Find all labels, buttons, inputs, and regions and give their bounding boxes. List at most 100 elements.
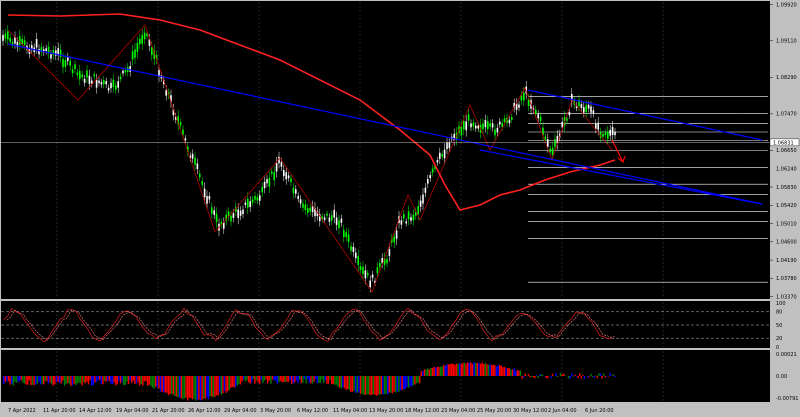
candle-body [551, 147, 554, 155]
macd-bar [161, 376, 163, 392]
candle-body [115, 85, 117, 90]
macd-bar [206, 376, 208, 398]
macd-bar [175, 376, 178, 397]
macd-bar [145, 376, 147, 382]
stochastic-pane[interactable] [1, 301, 770, 348]
macd-bar [551, 373, 554, 376]
candle-body [508, 119, 511, 124]
macd-bar [412, 376, 414, 386]
macd-bar [571, 373, 573, 376]
macd-bar [43, 376, 45, 385]
macd-bar [129, 376, 131, 381]
macd-bar [233, 376, 235, 388]
macd-bar [17, 376, 19, 382]
price-tick-label: 1.03780 [776, 276, 797, 282]
macd-bar [401, 376, 403, 390]
candle-body [527, 99, 530, 106]
macd-bar [254, 376, 256, 384]
macd-bar [44, 376, 46, 382]
candle-body [35, 39, 38, 48]
candle-body [470, 123, 472, 128]
trading-chart[interactable]: 0.0(1.07859) 23.6(1.07484) 38.2(1.07251) 50… [0, 0, 800, 417]
macd-bar [95, 376, 98, 382]
macd-bar [332, 376, 334, 385]
macd-bar [19, 376, 21, 381]
macd-bar [83, 376, 85, 383]
macd-bar [567, 376, 570, 379]
macd-bar [94, 376, 96, 383]
candle-body [103, 80, 105, 85]
macd-bar [124, 376, 126, 385]
macd-bar [446, 364, 448, 376]
candle-body [52, 50, 55, 56]
macd-bar [595, 375, 597, 376]
candle-body [290, 178, 292, 183]
macd-bar [99, 376, 101, 381]
candle-body [119, 76, 122, 80]
candle-body [439, 152, 441, 159]
macd-bar [515, 370, 517, 376]
macd-bar [502, 367, 504, 376]
macd-bar [559, 373, 562, 376]
macd-bar [428, 369, 430, 376]
macd-bar [231, 376, 234, 388]
candle-body [71, 69, 74, 74]
candle-body [141, 35, 143, 44]
macd-bar [76, 376, 78, 384]
candle-body [263, 181, 266, 189]
macd-bar [369, 376, 371, 396]
macd-bar [278, 376, 280, 383]
candle-body [208, 195, 211, 200]
candle-body [611, 126, 614, 136]
macd-bar [47, 376, 50, 384]
macd-bar [439, 366, 442, 376]
macd-bar [116, 376, 118, 384]
macd-bar [75, 376, 77, 386]
candle-body [139, 38, 141, 45]
macd-bar [169, 376, 171, 394]
macd-bar [374, 376, 376, 395]
macd-bar [164, 376, 166, 393]
stochastic-header: Sto(5,3,3) 66.3591 68.1395 [4, 305, 73, 311]
macd-bar [563, 373, 565, 376]
macd-bar [387, 376, 389, 395]
macd-bar [299, 376, 301, 380]
candle-body [407, 211, 410, 220]
macd-bar [182, 376, 184, 400]
candle-body [343, 230, 345, 237]
candle-body [2, 34, 4, 41]
macd-bar [353, 376, 355, 392]
macd-bar [260, 376, 262, 381]
candle-body [249, 201, 251, 208]
main-price-pane[interactable] [1, 1, 770, 299]
macd-bar [228, 376, 230, 391]
macd-bar [598, 373, 600, 376]
candle-body [463, 121, 465, 130]
candle-body [38, 49, 40, 55]
macd-bar [319, 376, 322, 383]
candle-body [520, 95, 523, 101]
macd-bar [484, 362, 486, 376]
macd-bar [79, 376, 82, 384]
macd-bar [441, 366, 443, 376]
macd-bar [143, 376, 146, 382]
candle-body [295, 189, 297, 194]
macd-bar [391, 376, 394, 394]
macd-bar [4, 376, 6, 382]
candle-body [203, 188, 206, 198]
macd-bar [9, 376, 11, 385]
stochastic-tick-label: 100 [776, 301, 786, 307]
main-header: EURUSD,H4 1.06928 1.06959 1.06807 1.0683… [4, 5, 123, 11]
macd-bar [591, 376, 594, 378]
macd-bar [342, 376, 344, 388]
macd-bar [438, 367, 440, 376]
candle-body [460, 126, 463, 136]
candle-body [489, 123, 491, 127]
macd-bar [487, 364, 490, 376]
candle-body [7, 31, 9, 40]
time-tick-label: 19 Apr 04:00 [116, 408, 149, 414]
price-tick-label: 1.05830 [776, 185, 797, 191]
candle-body [271, 171, 273, 174]
candle-body [412, 214, 415, 221]
macd-bar [118, 376, 120, 382]
